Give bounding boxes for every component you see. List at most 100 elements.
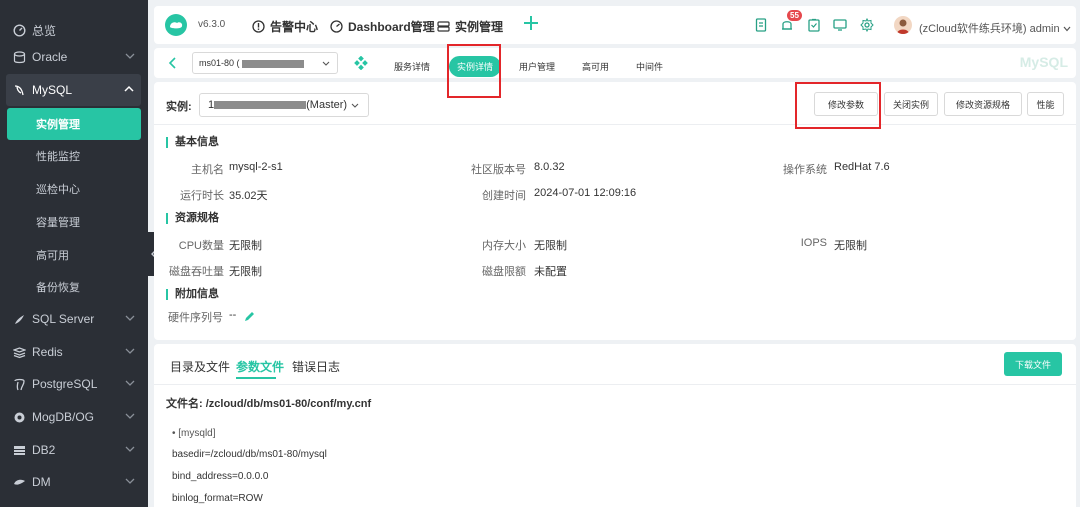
elephant-icon [12, 377, 26, 391]
chevron-down-icon [125, 380, 135, 386]
instance-subnav: ms01-80 ( 服务详情 实例详情 用户管理 高可用 中间件 MySQL [154, 48, 1076, 78]
shutdown-instance-button[interactable]: 关闭实例 [884, 92, 938, 116]
menu-alert-center[interactable]: 告警中心 [252, 18, 318, 35]
gauge-icon [12, 23, 26, 37]
sidebar-sub-inspection[interactable]: 巡检中心 [0, 173, 148, 205]
db2-icon [12, 443, 26, 457]
section-title-extra: 附加信息 [166, 289, 219, 300]
dm-icon [12, 475, 26, 489]
sidebar-item-dm[interactable]: DM [0, 466, 148, 498]
divider [154, 384, 1076, 385]
active-tab-indicator [236, 377, 276, 379]
instance-role-selector[interactable]: 1 (Master) [199, 93, 369, 117]
tab-high-availability[interactable]: 高可用 [582, 60, 609, 73]
sidebar-item-label: MySQL [32, 83, 73, 97]
sidebar-item-db2[interactable]: DB2 [0, 434, 148, 466]
instance-selector[interactable]: ms01-80 ( [192, 52, 338, 74]
user-menu[interactable]: (zCloud软件练兵环境) admin [919, 20, 1071, 36]
edit-icon[interactable] [244, 311, 255, 322]
sidebar-item-label: Oracle [32, 50, 68, 64]
download-file-button[interactable]: 下载文件 [1004, 352, 1062, 376]
config-section: • [mysqld] [172, 428, 216, 439]
file-path: /zcloud/db/ms01-80/conf/my.cnf [205, 398, 372, 410]
sidebar-sub-ha[interactable]: 高可用 [0, 239, 148, 271]
instance-label: 实例: [166, 101, 192, 113]
memory-key: 内存大小 [482, 240, 526, 252]
notification-badge: 55 [787, 10, 802, 21]
chevron-down-icon [125, 413, 135, 419]
sidebar-item-label: DM [32, 475, 51, 489]
disk-quota-value: 未配置 [534, 266, 567, 278]
memory-value: 无限制 [534, 240, 567, 252]
highlight-box-modify-params [795, 82, 881, 129]
sidebar-sub-capacity[interactable]: 容量管理 [0, 206, 148, 238]
sidebar-item-oracle[interactable]: Oracle [0, 41, 148, 73]
disk-throughput-key: 磁盘吞吐量 [169, 266, 224, 278]
chevron-down-icon [125, 348, 135, 354]
top-bar: v6.3.0 告警中心 Dashboard管理 实例管理 55 (zCloud软… [154, 6, 1076, 44]
sidebar-item-label: SQL Server [32, 312, 95, 326]
sidebar-sub-backup[interactable]: 备份恢复 [0, 271, 148, 303]
uptime-value: 35.02天 [229, 190, 268, 202]
config-line: bind_address=0.0.0.0 [172, 471, 269, 482]
version-label: v6.3.0 [198, 19, 226, 30]
modify-resource-spec-button[interactable]: 修改资源规格 [944, 92, 1022, 116]
sidebar-item-label: PostgreSQL [32, 377, 98, 391]
disk-quota-key: 磁盘限额 [482, 266, 526, 278]
chevron-down-icon [125, 446, 135, 452]
tab-service-detail[interactable]: 服务详情 [394, 60, 430, 73]
instance-detail-panel: 实例: 1 (Master) 修改参数 关闭实例 修改资源规格 性能 基本信息 主… [154, 82, 1076, 340]
add-icon[interactable] [522, 14, 540, 32]
sidebar-item-postgresql[interactable]: PostgreSQL [0, 368, 148, 400]
chevron-down-icon [1063, 26, 1071, 32]
sidebar-item-label: DB2 [32, 443, 56, 457]
tab-user-management[interactable]: 用户管理 [519, 60, 555, 73]
tab-error-log[interactable]: 错误日志 [292, 358, 340, 375]
uptime-key: 运行时长 [180, 190, 224, 202]
sidebar-item-mogdb[interactable]: MogDB/OG [0, 401, 148, 433]
topology-icon[interactable] [354, 56, 368, 70]
chevron-down-icon [351, 103, 359, 108]
dashboard-icon [330, 20, 343, 33]
config-line: basedir=/zcloud/db/ms01-80/mysql [172, 449, 327, 460]
serial-value: -- [229, 309, 237, 321]
alert-icon [252, 20, 265, 33]
sidebar-item-sqlserver[interactable]: SQL Server [0, 303, 148, 335]
section-title-basic: 基本信息 [166, 137, 219, 148]
back-arrow-icon[interactable] [168, 57, 178, 69]
tab-middleware[interactable]: 中间件 [636, 60, 663, 73]
highlight-box-tab [447, 44, 501, 98]
created-key: 创建时间 [482, 190, 526, 202]
redacted-mask [241, 59, 304, 68]
avatar[interactable] [894, 16, 912, 34]
gear-icon[interactable] [860, 18, 874, 32]
sqlserver-icon [12, 312, 26, 326]
tab-parameter-file[interactable]: 参数文件 [236, 358, 284, 375]
os-key: 操作系统 [783, 164, 827, 176]
chevron-down-icon [125, 478, 135, 484]
document-icon[interactable] [754, 18, 768, 32]
clipboard-icon[interactable] [807, 18, 821, 32]
menu-dashboard[interactable]: Dashboard管理 [330, 18, 435, 35]
version-value: 8.0.32 [534, 161, 565, 173]
performance-button[interactable]: 性能 [1027, 92, 1064, 116]
redacted-mask [214, 101, 307, 110]
monitor-icon[interactable] [833, 18, 847, 32]
iops-value: 无限制 [834, 240, 867, 252]
tab-directory-files[interactable]: 目录及文件 [170, 358, 230, 375]
iops-key: IOPS [800, 237, 827, 249]
cpu-key: CPU数量 [178, 240, 224, 252]
dolphin-icon [12, 83, 26, 97]
cpu-value: 无限制 [229, 240, 262, 252]
section-title-resource: 资源规格 [166, 213, 219, 224]
chevron-down-icon [322, 61, 330, 66]
created-value: 2024-07-01 12:09:16 [534, 187, 637, 199]
sidebar-sub-instance-management[interactable]: 实例管理 [7, 108, 141, 140]
divider [154, 124, 1076, 125]
sidebar-item-redis[interactable]: Redis [0, 336, 148, 368]
sidebar-sub-performance[interactable]: 性能监控 [0, 140, 148, 172]
hostname-key: 主机名 [191, 164, 224, 176]
menu-instance-management[interactable]: 实例管理 [437, 18, 503, 35]
redis-icon [12, 345, 26, 359]
sidebar-item-mysql[interactable]: MySQL [6, 74, 141, 106]
